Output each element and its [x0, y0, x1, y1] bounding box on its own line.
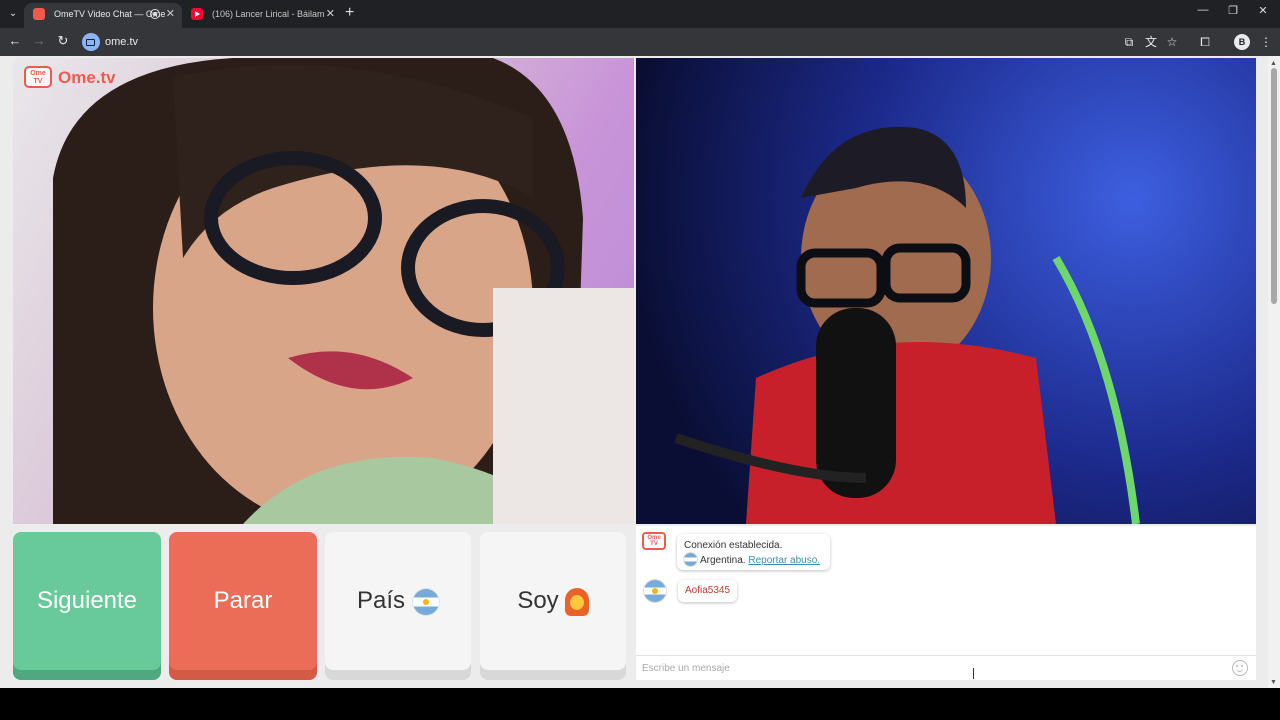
ometv-logo-tv-icon: Ome TV	[24, 66, 52, 88]
partner-country-line: Argentina. Reportar abuso.	[684, 553, 823, 568]
menu-kebab-icon[interactable]: ⋮	[1258, 34, 1274, 50]
scroll-thumb[interactable]	[1271, 68, 1277, 304]
forward-icon[interactable]: →	[30, 33, 48, 48]
recording-icon	[150, 9, 160, 19]
partner-country: Argentina.	[700, 555, 746, 566]
text-cursor	[973, 668, 974, 679]
reload-icon[interactable]: ↻	[54, 33, 72, 49]
chat-message: Aofia5345	[678, 580, 738, 602]
chat-divider	[636, 655, 1256, 656]
profile-avatar[interactable]: B	[1234, 34, 1250, 50]
emoji-picker-icon[interactable]	[1232, 660, 1248, 676]
country-button-label: País	[356, 587, 406, 614]
country-filter-button[interactable]: País	[325, 532, 471, 680]
argentina-flag-icon	[413, 588, 440, 615]
stranger-video-frame	[53, 58, 634, 524]
tab-strip: ⌄ OmeTV Video Chat — Ome ✕ (106) Lancer …	[0, 0, 1280, 28]
next-button[interactable]: Siguiente	[13, 532, 161, 680]
ometv-system-avatar-icon: Ome TV	[642, 532, 666, 550]
scroll-down-icon[interactable]: ▼	[1270, 679, 1277, 686]
install-app-icon[interactable]: ⧉	[1121, 34, 1137, 50]
tab-ometv[interactable]: OmeTV Video Chat — Ome ✕	[24, 3, 182, 28]
close-window-icon[interactable]: ✕	[1248, 4, 1278, 17]
extensions-icon[interactable]: ⧠	[1197, 34, 1213, 50]
report-abuse-link[interactable]: Reportar abuso.	[748, 555, 820, 566]
next-button-label: Siguiente	[36, 587, 138, 614]
close-tab-icon[interactable]: ✕	[326, 3, 335, 25]
close-tab-icon[interactable]: ✕	[166, 3, 175, 25]
stop-button[interactable]: Parar	[169, 532, 317, 680]
scroll-up-icon[interactable]: ▲	[1270, 60, 1277, 67]
site-info-icon[interactable]	[82, 33, 100, 51]
bookmark-star-icon[interactable]: ☆	[1164, 34, 1180, 50]
translate-icon[interactable]: 文	[1143, 34, 1159, 50]
stop-button-label: Parar	[213, 587, 273, 614]
tab-title: (106) Lancer Lirical - Báilame ft	[212, 9, 324, 19]
new-tab-icon[interactable]: +	[345, 4, 354, 22]
address-bar[interactable]: ome.tv	[105, 36, 138, 48]
back-icon[interactable]: ←	[6, 33, 24, 48]
maximize-icon[interactable]: ❐	[1218, 4, 1248, 17]
connection-status-text: Conexión establecida.	[684, 540, 783, 551]
minimize-icon[interactable]: —	[1188, 4, 1218, 16]
gender-button[interactable]: Soy	[480, 532, 626, 680]
browser-toolbar: ← → ↻ ome.tv ⧉ 文 ☆ ⧠ B ⋮	[0, 28, 1280, 56]
self-video-frame	[674, 126, 1140, 524]
tab-title: OmeTV Video Chat — Ome	[54, 9, 166, 19]
stranger-video	[13, 58, 634, 524]
system-message: Conexión establecida. Argentina. Reporta…	[677, 534, 830, 570]
argentina-flag-icon	[684, 553, 697, 566]
scrollbar[interactable]: ▲ ▼	[1268, 56, 1280, 688]
ometv-favicon-icon	[33, 8, 45, 20]
ometv-logo-text: Ome.tv	[58, 68, 116, 87]
partner-flag-avatar-icon	[644, 580, 666, 602]
woman-emoji-icon	[564, 587, 589, 616]
gender-button-label: Soy	[517, 587, 559, 614]
chat-message-input[interactable]	[642, 661, 1222, 675]
tab-search-icon[interactable]: ⌄	[4, 5, 22, 23]
youtube-favicon-icon	[191, 8, 203, 20]
tab-youtube[interactable]: (106) Lancer Lirical - Báilame ft ✕	[182, 3, 342, 28]
self-video	[636, 58, 1256, 524]
